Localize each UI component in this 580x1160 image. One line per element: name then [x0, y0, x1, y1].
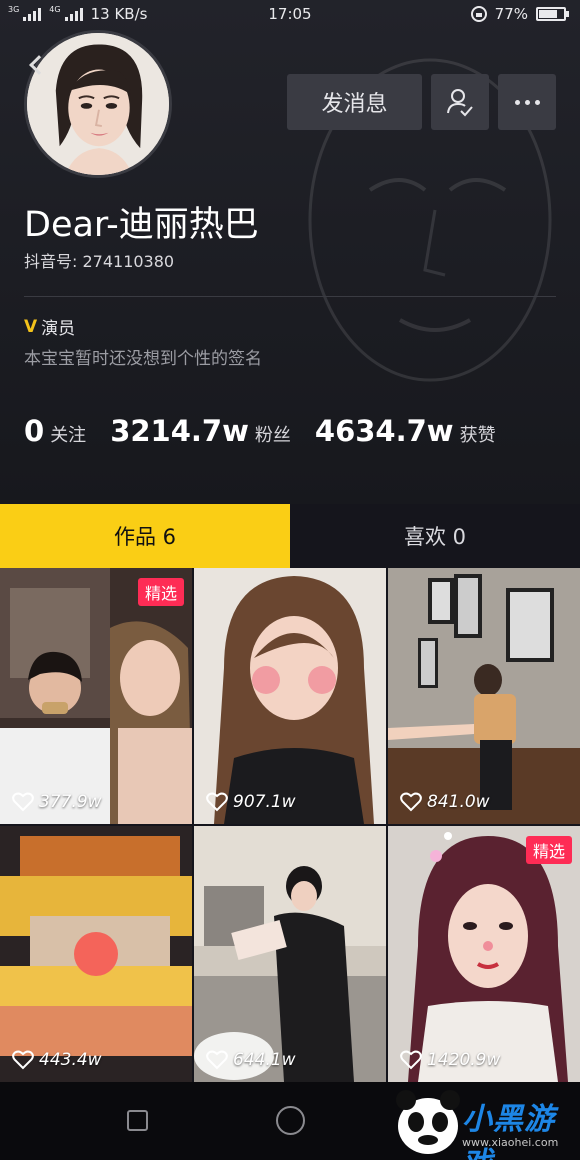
- stats-row: 0 关注 3214.7w 粉丝 4634.7w 获赞: [24, 414, 520, 448]
- user-check-icon: [447, 89, 473, 117]
- rotation-lock-icon: [470, 6, 487, 22]
- more-dots-icon: [514, 99, 540, 105]
- more-button[interactable]: [498, 74, 556, 130]
- like-count-text: 1420.9w: [427, 1050, 501, 1070]
- thumbnail-image: [0, 826, 192, 1082]
- like-count-text: 907.1w: [233, 792, 296, 812]
- thumbnail-image: [194, 568, 386, 824]
- video-thumbnail[interactable]: 精选 377.9w: [0, 568, 192, 824]
- likes-count: 4634.7w: [314, 414, 454, 448]
- douyin-id: 抖音号: 274110380: [24, 252, 175, 271]
- video-thumbnail[interactable]: 精选 1420.9w: [388, 826, 580, 1082]
- battery-percent: 77%: [494, 5, 528, 23]
- thumbnail-image: [194, 826, 386, 1082]
- heart-icon: [400, 792, 422, 812]
- featured-badge: 精选: [525, 836, 572, 864]
- like-count: 644.1w: [206, 1050, 296, 1070]
- thumbnail-image: [388, 826, 580, 1082]
- heart-icon: [400, 1050, 422, 1070]
- home-button[interactable]: [276, 1106, 305, 1135]
- followers-count[interactable]: 3214.7w: [110, 414, 249, 448]
- like-count: 907.1w: [206, 792, 296, 812]
- watermark-text: 小黑游戏: [462, 1102, 555, 1160]
- featured-badge: 精选: [137, 578, 184, 606]
- verified-icon: V: [24, 316, 38, 337]
- like-count-text: 443.4w: [39, 1050, 102, 1070]
- profile-name: Dear-迪丽热巴: [24, 205, 259, 245]
- divider: [24, 296, 556, 297]
- like-count: 841.0w: [400, 792, 490, 812]
- follow-button[interactable]: [431, 74, 489, 130]
- thumbnail-image: [0, 568, 192, 824]
- video-thumbnail[interactable]: 443.4w: [0, 826, 192, 1082]
- like-count: 377.9w: [12, 792, 102, 812]
- following-count[interactable]: 0: [24, 414, 44, 448]
- video-thumbnail[interactable]: 644.1w: [194, 826, 386, 1082]
- heart-icon: [12, 1050, 34, 1070]
- likes-label: 获赞: [459, 425, 496, 446]
- verified-label: V 演员: [24, 314, 76, 340]
- like-count: 443.4w: [12, 1050, 102, 1070]
- verified-title: 演员: [41, 319, 76, 339]
- followers-label[interactable]: 粉丝: [255, 421, 291, 447]
- content-tabs: 作品 6 喜欢 0: [0, 504, 580, 568]
- status-bar: 3G 4G 13 KB/s 17:05 77%: [0, 0, 580, 32]
- heart-icon: [12, 792, 34, 812]
- send-message-button[interactable]: 发消息: [287, 74, 422, 130]
- video-thumbnail[interactable]: 841.0w: [388, 568, 580, 824]
- thumbnail-image: [388, 568, 580, 824]
- profile-header: 3G 4G 13 KB/s 17:05 77% 发消息 Dear-迪丽热巴 抖音…: [0, 0, 580, 504]
- video-grid: 精选 377.9w 907.1w 841.0w 443.4w 644.1w 精选…: [0, 568, 580, 1082]
- watermark-url: www.xiaohei.com: [462, 1136, 559, 1149]
- like-count-text: 841.0w: [427, 792, 490, 812]
- like-count-text: 377.9w: [39, 792, 102, 812]
- recent-apps-button[interactable]: [127, 1110, 148, 1131]
- following-label[interactable]: 关注: [50, 421, 86, 447]
- like-count-text: 644.1w: [233, 1050, 296, 1070]
- tab-likes[interactable]: 喜欢 0: [290, 504, 580, 568]
- heart-icon: [206, 792, 228, 812]
- avatar[interactable]: [24, 30, 172, 178]
- signature: 本宝宝暂时还没想到个性的签名: [24, 349, 262, 369]
- tab-works[interactable]: 作品 6: [0, 504, 290, 568]
- like-count: 1420.9w: [400, 1050, 500, 1070]
- battery-icon: [536, 7, 569, 21]
- heart-icon: [206, 1050, 228, 1070]
- video-thumbnail[interactable]: 907.1w: [194, 568, 386, 824]
